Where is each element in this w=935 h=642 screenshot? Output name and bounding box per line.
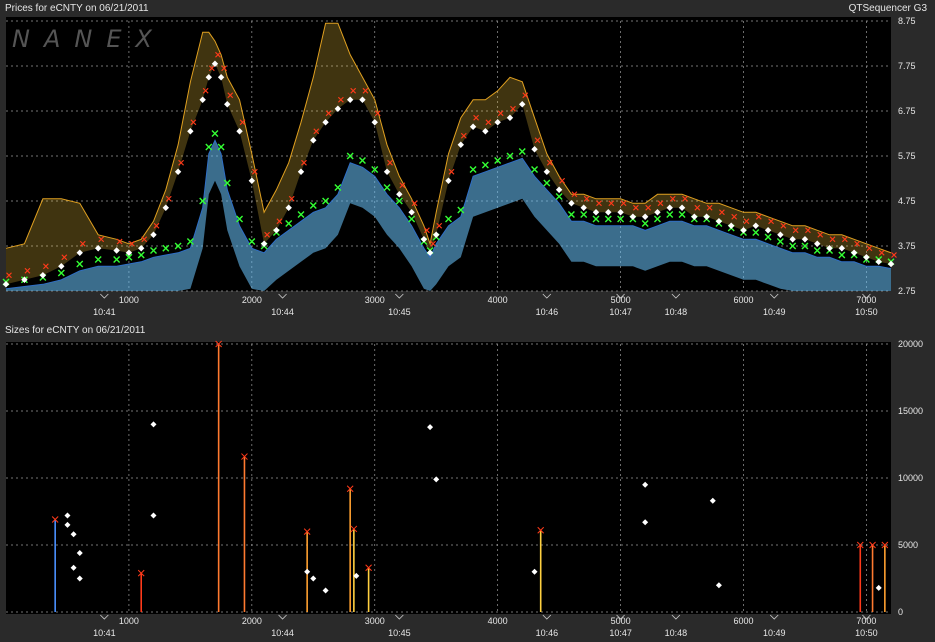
time-tick-marker (769, 614, 779, 620)
time-tick-label: 10:45 (388, 307, 411, 317)
time-tick-label: 10:49 (763, 307, 786, 317)
size-panel: Sizes for eCNTY on 06/21/2011 20000 15000… (0, 322, 935, 642)
size-chart-title: Sizes for eCNTY on 06/21/2011 (5, 325, 146, 336)
time-tick-label: 10:45 (388, 628, 411, 638)
time-tick-label: 10:41 (93, 628, 116, 638)
y-tick-label: 4.75 (898, 196, 916, 206)
y-tick-label: 8.75 (898, 17, 916, 26)
time-tick-label: 10:44 (271, 307, 294, 317)
size-plot-background (6, 342, 891, 614)
time-tick-marker (278, 614, 287, 620)
price-chart: NANEX 8.75 7.75 6.75 5.75 4.75 3.75 2.75 1000 2… (2, 17, 916, 317)
time-tick-label: 10:41 (93, 307, 116, 317)
time-tick-marker (100, 293, 109, 299)
y-tick-label: 10000 (898, 473, 923, 483)
time-tick-label: 10:50 (855, 628, 878, 638)
time-tick-label: 10:46 (536, 307, 559, 317)
y-tick-label: 6.75 (898, 106, 916, 116)
x-tick-label: 5000 (611, 295, 631, 305)
size-y-axis: 20000 15000 10000 5000 0 (898, 339, 923, 617)
x-tick-label: 6000 (733, 616, 753, 626)
time-tick-label: 10:46 (536, 628, 559, 638)
time-tick-label: 10:47 (609, 307, 632, 317)
y-tick-label: 5.75 (898, 151, 916, 161)
x-tick-label: 7000 (856, 616, 876, 626)
price-chart-title: Prices for eCNTY on 06/21/2011 (5, 3, 149, 14)
time-tick-marker (100, 614, 109, 620)
y-tick-label: 2.75 (898, 286, 916, 296)
y-tick-label: 7.75 (898, 61, 916, 71)
price-x-axis: 1000 2000 3000 4000 5000 6000 7000 10:41 10:44 10… (93, 293, 878, 317)
x-tick-label: 3000 (365, 616, 385, 626)
size-chart: 20000 15000 10000 5000 0 1000 2000 3000 4000 500… (6, 339, 923, 638)
time-tick-label: 10:49 (763, 628, 786, 638)
time-tick-label: 10:47 (609, 628, 632, 638)
price-panel-title-bar: Prices for eCNTY on 06/21/2011 QTSequenc… (0, 0, 935, 17)
x-tick-label: 3000 (365, 295, 385, 305)
x-tick-label: 2000 (242, 616, 262, 626)
size-panel-title-bar: Sizes for eCNTY on 06/21/2011 (0, 322, 935, 339)
ask-marker (891, 252, 897, 258)
time-tick-marker (395, 293, 404, 299)
time-tick-label: 10:48 (665, 628, 688, 638)
y-tick-label: 20000 (898, 339, 923, 349)
price-y-axis: 8.75 7.75 6.75 5.75 4.75 3.75 2.75 (898, 17, 916, 296)
y-tick-label: 15000 (898, 406, 923, 416)
time-tick-marker (395, 614, 404, 620)
x-tick-label: 6000 (733, 295, 753, 305)
y-tick-label: 0 (898, 607, 903, 617)
x-tick-label: 7000 (856, 295, 876, 305)
x-tick-label: 4000 (488, 616, 508, 626)
size-x-axis: 1000 2000 3000 4000 5000 6000 7000 10:41 10:44 10… (93, 614, 878, 638)
time-tick-marker (769, 293, 779, 299)
price-panel: Prices for eCNTY on 06/21/2011 QTSequenc… (0, 0, 935, 322)
time-tick-marker (542, 293, 552, 299)
time-tick-label: 10:48 (665, 307, 688, 317)
time-tick-marker (278, 293, 287, 299)
y-tick-label: 3.75 (898, 241, 916, 251)
brand-label: QTSequencer G3 (848, 3, 927, 14)
x-tick-label: 1000 (119, 616, 139, 626)
time-tick-marker (671, 293, 681, 299)
time-tick-marker (542, 614, 552, 620)
time-tick-label: 10:44 (271, 628, 294, 638)
x-tick-label: 4000 (488, 295, 508, 305)
y-tick-label: 5000 (898, 540, 918, 550)
time-tick-marker (671, 614, 681, 620)
x-tick-label: 5000 (611, 616, 631, 626)
x-tick-label: 1000 (119, 295, 139, 305)
nanex-watermark: NANEX (12, 25, 166, 53)
x-tick-label: 2000 (242, 295, 262, 305)
time-tick-label: 10:50 (855, 307, 878, 317)
